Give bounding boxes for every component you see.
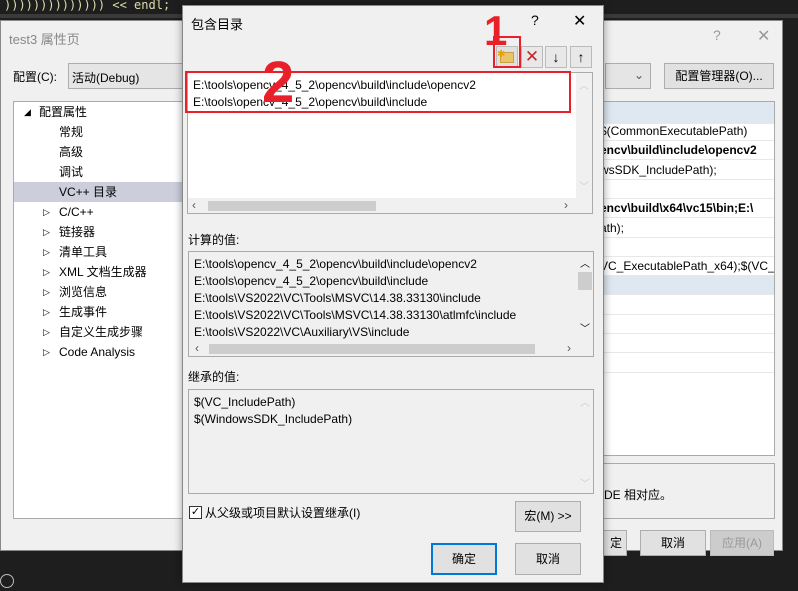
dialog-title: 包含目录 xyxy=(191,17,244,32)
tree-item-label: Code Analysis xyxy=(59,345,136,359)
tree-item[interactable]: VC++ 目录 xyxy=(14,182,184,202)
config-manager-button[interactable]: 配置管理器(O)... xyxy=(664,63,774,89)
property-row[interactable] xyxy=(600,354,774,373)
vertical-scrollbar[interactable]: ︿ ﹀ xyxy=(577,252,593,342)
ok-button[interactable]: 确定 xyxy=(431,543,497,575)
tree-item[interactable]: 调试 xyxy=(14,162,184,182)
tree-item-label: XML 文档生成器 xyxy=(59,265,147,279)
tree-item[interactable]: ▷ 清单工具 xyxy=(14,242,184,262)
vertical-scrollbar[interactable]: ︿ ﹀ xyxy=(577,390,593,493)
config-select[interactable]: 活动(Debug) xyxy=(68,63,188,89)
platform-select[interactable]: ⌄ xyxy=(605,63,651,89)
expand-icon[interactable]: ▷ xyxy=(43,202,50,222)
expand-icon[interactable]: ▷ xyxy=(43,302,50,322)
property-row[interactable] xyxy=(600,296,774,315)
tree-item-label: 浏览信息 xyxy=(59,285,108,299)
move-up-button[interactable]: ↑ xyxy=(570,46,592,68)
vertical-scrollbar[interactable]: ︿ ﹀ xyxy=(576,73,592,198)
property-row[interactable] xyxy=(600,180,774,199)
macros-button[interactable]: 宏(M) >> xyxy=(515,501,581,532)
tree-item-label: 高级 xyxy=(59,145,84,159)
inherit-checkbox[interactable]: ✓ 从父级或项目默认设置继承(I) xyxy=(189,504,360,521)
property-tree: ◢ 配置属性常规高级调试 VC++ 目录 ▷ C/C++ ▷ 链接器 ▷ 清单工具 ▷ XML 文档… xyxy=(13,101,185,519)
config-label: 配置(C): xyxy=(13,70,57,84)
close-button[interactable]: ✕ xyxy=(573,11,586,31)
annotation-box-2 xyxy=(185,71,571,113)
property-row[interactable]: encv\build\include\opencv2 xyxy=(600,141,774,161)
expand-icon[interactable]: ▷ xyxy=(43,282,50,302)
tree-item[interactable]: ▷ 生成事件 xyxy=(14,302,184,322)
computed-line: E:\tools\VS2022\VC\Auxiliary\VS\include xyxy=(194,325,410,339)
tree-item[interactable]: 常规 xyxy=(14,122,184,142)
expand-icon[interactable]: ▷ xyxy=(43,322,50,342)
delete-icon: ✕ xyxy=(524,47,540,66)
close-button[interactable]: ✕ xyxy=(757,26,770,46)
move-down-button[interactable]: ↓ xyxy=(545,46,567,68)
inherited-line: $(VC_IncludePath) xyxy=(194,395,296,409)
property-row[interactable] xyxy=(600,334,774,354)
computed-line: E:\tools\VS2022\VC\Tools\MSVC\14.38.3313… xyxy=(194,291,481,305)
tree-item-label: VC++ 目录 xyxy=(59,185,118,199)
tree-item[interactable]: ▷ 链接器 xyxy=(14,222,184,242)
checkbox-check-icon: ✓ xyxy=(189,506,202,519)
annotation-number-1: 1 xyxy=(484,7,508,54)
property-row[interactable]: $(CommonExecutablePath) xyxy=(600,122,774,141)
apply-button[interactable]: 应用(A) xyxy=(710,530,774,556)
cancel-button[interactable]: 取消 xyxy=(640,530,706,556)
expand-icon[interactable]: ▷ xyxy=(43,262,50,282)
tree-item-label: 生成事件 xyxy=(59,305,108,319)
inherit-checkbox-label: 从父级或项目默认设置继承(I) xyxy=(205,506,361,520)
horizontal-scrollbar[interactable]: ‹ › xyxy=(188,198,592,213)
property-row[interactable]: ath); xyxy=(600,219,774,238)
help-button[interactable]: ? xyxy=(713,27,721,43)
tree-item-label: 自定义生成步骤 xyxy=(59,325,144,339)
inherited-values-list: $(VC_IncludePath) $(WindowsSDK_IncludePat… xyxy=(188,389,594,494)
chevron-down-icon: ⌄ xyxy=(633,68,644,82)
tree-item-label: 配置属性 xyxy=(39,105,88,119)
arrow-down-icon: ↓ xyxy=(552,49,560,65)
help-button[interactable]: ? xyxy=(531,12,539,28)
inherited-line: $(WindowsSDK_IncludePath) xyxy=(194,412,353,426)
computed-line: E:\tools\opencv_4_5_2\opencv\build\inclu… xyxy=(194,274,429,288)
cancel-button[interactable]: 取消 xyxy=(515,543,581,575)
horizontal-scrollbar[interactable]: ‹ › xyxy=(189,341,593,356)
collapse-icon[interactable]: ◢ xyxy=(24,102,31,122)
tree-item[interactable]: ▷ Code Analysis xyxy=(14,342,184,362)
expand-icon[interactable]: ▷ xyxy=(43,342,50,362)
description-text: DE 相对应。 xyxy=(604,488,673,502)
property-row[interactable]: VC_ExecutablePath_x64);$(VC_ xyxy=(600,257,774,277)
status-icon xyxy=(0,574,14,588)
computed-line: E:\tools\VS2022\VC\Tools\MSVC\14.38.3313… xyxy=(194,308,517,322)
property-row[interactable]: wsSDK_IncludePath); xyxy=(600,161,774,180)
tree-item[interactable]: ▷ C/C++ xyxy=(14,202,184,222)
computed-values-list: E:\tools\opencv_4_5_2\opencv\build\inclu… xyxy=(188,251,594,357)
arrow-up-icon: ↑ xyxy=(577,49,585,65)
computed-line: E:\tools\opencv_4_5_2\opencv\build\inclu… xyxy=(194,257,477,271)
property-row[interactable]: encv\build\x64\vc15\bin;E:\ xyxy=(600,199,774,219)
expand-icon[interactable]: ▷ xyxy=(43,222,50,242)
tree-item-label: 常规 xyxy=(59,125,84,139)
property-row[interactable] xyxy=(600,238,774,257)
tree-item[interactable]: ▷ XML 文档生成器 xyxy=(14,262,184,282)
tree-item[interactable]: 高级 xyxy=(14,142,184,162)
annotation-number-2: 2 xyxy=(262,50,295,115)
tree-item[interactable]: ◢ 配置属性 xyxy=(14,102,184,122)
tree-item-label: C/C++ xyxy=(59,205,94,219)
delete-line-button[interactable]: ✕ xyxy=(521,46,543,68)
property-row[interactable] xyxy=(600,276,774,296)
description-panel: DE 相对应。 xyxy=(599,463,775,519)
property-grid: $(CommonExecutablePath) encv\build\includ… xyxy=(599,101,775,456)
tree-item-label: 链接器 xyxy=(59,225,96,239)
property-row[interactable] xyxy=(600,315,774,334)
tree-item[interactable]: ▷ 浏览信息 xyxy=(14,282,184,302)
tree-item[interactable]: ▷ 自定义生成步骤 xyxy=(14,322,184,342)
tree-item-label: 清单工具 xyxy=(59,245,108,259)
property-row[interactable] xyxy=(600,102,774,124)
expand-icon[interactable]: ▷ xyxy=(43,242,50,262)
tree-item-label: 调试 xyxy=(59,165,84,179)
computed-label: 计算的值: xyxy=(188,233,240,247)
config-value: 活动(Debug) xyxy=(72,71,140,85)
inherited-label: 继承的值: xyxy=(188,370,240,384)
dialog-title: test3 属性页 xyxy=(9,32,80,47)
